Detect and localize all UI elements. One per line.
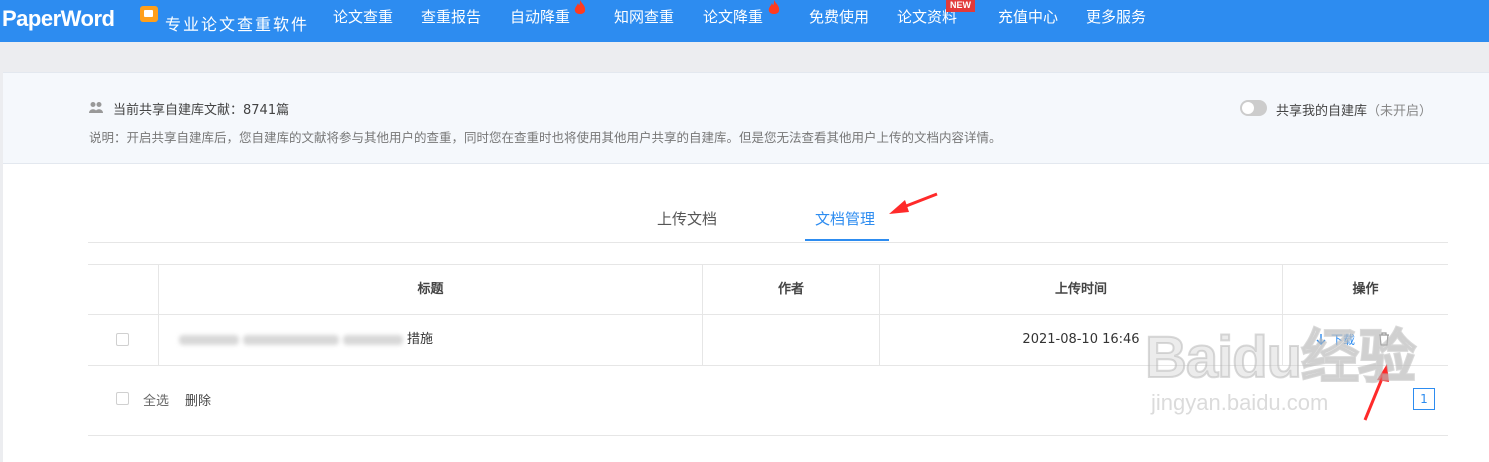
pagination-page[interactable]: 1 — [1413, 388, 1435, 410]
row-title-visible: 措施 — [407, 332, 434, 347]
logo-badge-icon — [140, 6, 158, 22]
column-header-title: 标题 — [158, 265, 702, 315]
tab-document-management[interactable]: 文档管理 — [815, 208, 875, 229]
select-all-checkbox[interactable] — [116, 392, 129, 405]
nav-item-auto-rewrite[interactable]: 自动降重 — [510, 0, 570, 42]
share-toggle-label: 共享我的自建库（未开启） — [1276, 100, 1432, 119]
main-panel: 当前共享自建库文献：8741篇 说明：开启共享自建库后，您自建库的文献将参与其他… — [3, 72, 1489, 462]
toggle-status: （未开启） — [1367, 104, 1433, 119]
redacted-text — [343, 334, 403, 345]
row-title: 措施 — [158, 315, 702, 365]
row-upload-time: 2021-08-10 16:46 — [879, 315, 1282, 365]
column-header-upload-time: 上传时间 — [879, 265, 1282, 315]
document-table: 标题 作者 上传时间 操作 措施 2021-08-10 16:46 下载 全选 … — [88, 264, 1448, 436]
table-header-row: 标题 作者 上传时间 操作 — [88, 264, 1448, 315]
nav-item-paper-rewrite[interactable]: 论文降重 — [703, 0, 763, 42]
row-actions: 下载 — [1282, 315, 1448, 365]
share-library-toggle[interactable] — [1240, 100, 1267, 116]
fire-icon — [768, 0, 780, 14]
share-info-box: 当前共享自建库文献：8741篇 说明：开启共享自建库后，您自建库的文献将参与其他… — [3, 72, 1489, 164]
fire-icon — [574, 0, 586, 14]
active-tab-indicator — [805, 239, 889, 241]
download-link[interactable]: 下载 — [1331, 315, 1355, 365]
select-all-label[interactable]: 全选 — [143, 390, 169, 409]
logo-text: PaperWord — [2, 6, 115, 31]
redacted-text — [243, 334, 339, 345]
share-description: 说明：开启共享自建库后，您自建库的文献将参与其他用户的查重，同时您在查重时也将使… — [89, 130, 1002, 145]
column-header-author: 作者 — [702, 265, 879, 315]
slogan: 专业论文查重软件 — [165, 15, 310, 34]
row-checkbox-cell — [88, 315, 158, 365]
shared-library-count: 当前共享自建库文献：8741篇 — [113, 103, 290, 118]
column-header-actions: 操作 — [1282, 265, 1448, 315]
top-nav-bar: PaperWord 专业论文查重软件 论文查重 查重报告 自动降重 知网查重 论… — [0, 0, 1489, 42]
nav-item-more-services[interactable]: 更多服务 — [1086, 0, 1146, 42]
toggle-knob — [1242, 102, 1254, 114]
redacted-text — [179, 334, 239, 345]
trash-icon[interactable] — [1378, 332, 1390, 346]
table-row: 措施 2021-08-10 16:46 下载 — [88, 315, 1448, 366]
header-checkbox-cell — [88, 265, 158, 315]
nav-item-paper-check[interactable]: 论文查重 — [333, 0, 393, 42]
delete-button[interactable]: 删除 — [185, 390, 211, 409]
nav-item-cnki-check[interactable]: 知网查重 — [614, 0, 674, 42]
annotation-arrow — [889, 192, 938, 214]
row-checkbox[interactable] — [116, 333, 129, 346]
new-badge: NEW — [946, 0, 975, 12]
row-author — [702, 315, 879, 365]
table-footer: 全选 删除 1 — [88, 366, 1448, 436]
download-icon[interactable] — [1315, 333, 1327, 347]
tab-divider — [88, 242, 1448, 243]
tab-upload-document[interactable]: 上传文档 — [657, 208, 717, 229]
toggle-label-text: 共享我的自建库 — [1276, 104, 1368, 119]
users-icon — [89, 102, 103, 113]
nav-item-recharge[interactable]: 充值中心 — [998, 0, 1058, 42]
nav-item-free-use[interactable]: 免费使用 — [809, 0, 869, 42]
nav-item-check-report[interactable]: 查重报告 — [421, 0, 481, 42]
annotation-arrow — [1363, 364, 1389, 421]
